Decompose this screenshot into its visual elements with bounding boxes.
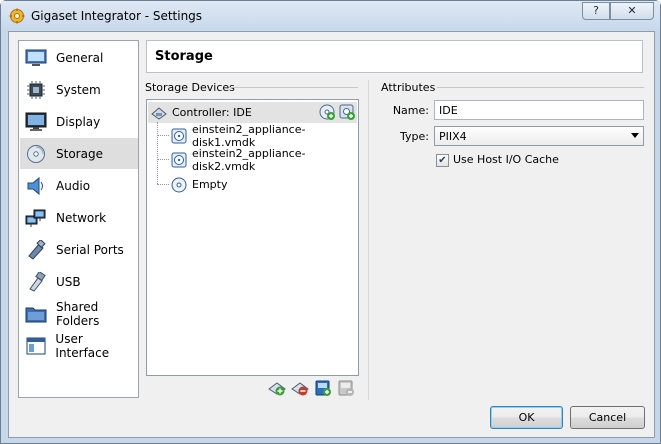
- ok-button[interactable]: OK: [490, 406, 563, 429]
- app-gear-icon: [9, 8, 25, 24]
- storage-tree[interactable]: Controller: IDE einstein2_appliance-disk…: [146, 99, 359, 376]
- sidebar-item-general[interactable]: General: [20, 42, 138, 73]
- cancel-button[interactable]: Cancel: [570, 406, 645, 429]
- add-controller-icon: [268, 382, 286, 396]
- sidebar-item-label: Serial Ports: [56, 242, 124, 257]
- group-divider: [437, 87, 644, 88]
- tree-connector: [157, 122, 158, 184]
- host-cache-checkbox[interactable]: ✔: [436, 154, 449, 167]
- help-button[interactable]: ?: [582, 2, 610, 20]
- attachment-row[interactable]: einstein2_appliance-disk2.vmdk: [171, 146, 358, 173]
- window-icon: [25, 335, 46, 357]
- speaker-icon: [25, 175, 47, 197]
- page-title: Storage: [155, 49, 213, 64]
- folder-icon: [25, 303, 47, 325]
- monitor-icon: [25, 111, 47, 133]
- sidebar-item-label: Display: [56, 114, 101, 129]
- sidebar-item-usb[interactable]: USB: [20, 266, 138, 297]
- sidebar-item-display[interactable]: Display: [20, 106, 138, 137]
- sidebar-item-label: Storage: [56, 146, 103, 161]
- hard-disk-icon: [171, 152, 187, 168]
- settings-window: Gigaset Integrator - Settings ? ✕ Genera…: [0, 0, 661, 444]
- pane-separator: [368, 80, 369, 400]
- sidebar-item-serial-ports[interactable]: Serial Ports: [20, 234, 138, 265]
- sidebar-item-label: Shared Folders: [56, 299, 100, 328]
- attachment-label: einstein2_appliance-disk2.vmdk: [192, 146, 306, 173]
- sidebar-item-user-interface[interactable]: User Interface: [20, 330, 138, 361]
- add-drive-icon: [339, 104, 355, 120]
- usb-icon: [25, 271, 47, 293]
- serial-port-icon: [25, 239, 47, 261]
- type-label: Type:: [400, 130, 429, 143]
- sidebar-item-label: System: [56, 82, 101, 97]
- chevron-down-icon: [631, 133, 639, 138]
- sidebar-item-storage[interactable]: Storage: [20, 138, 138, 169]
- name-label: Name:: [392, 104, 429, 117]
- close-button[interactable]: ✕: [610, 2, 654, 20]
- sidebar-item-label: General: [56, 50, 104, 65]
- controller-icon: [151, 105, 167, 121]
- host-cache-label[interactable]: Use Host I/O Cache: [453, 153, 559, 166]
- optical-disc-icon: [171, 177, 187, 193]
- type-select-value: PIIX4: [439, 130, 467, 143]
- attachment-label: Empty: [192, 178, 228, 191]
- storage-icon: [25, 143, 47, 165]
- window-title: Gigaset Integrator - Settings: [31, 9, 203, 23]
- page-header: Storage: [146, 40, 643, 73]
- tree-connector: [157, 135, 169, 136]
- add-hard-disk-button[interactable]: [318, 103, 336, 121]
- remove-attachment-icon: [338, 380, 354, 396]
- tree-connector: [157, 184, 169, 185]
- remove-controller-icon: [291, 382, 309, 396]
- name-field[interactable]: IDE: [434, 100, 644, 120]
- add-disk-icon: [319, 104, 335, 120]
- controller-label: Controller: IDE: [172, 106, 252, 119]
- remove-controller-button[interactable]: [291, 379, 309, 397]
- title-bar[interactable]: Gigaset Integrator - Settings ? ✕: [1, 1, 660, 31]
- sidebar-item-label: USB: [56, 274, 81, 289]
- storage-devices-group-label: Storage Devices: [145, 81, 235, 94]
- tree-connector: [157, 159, 169, 160]
- sidebar-item-label: Network: [56, 210, 107, 225]
- add-attachment-button[interactable]: [314, 379, 332, 397]
- general-icon: [25, 47, 47, 69]
- group-divider: [229, 87, 358, 88]
- attributes-group-label: Attributes: [381, 81, 436, 94]
- add-controller-button[interactable]: [268, 379, 286, 397]
- sidebar-item-label: Audio: [56, 178, 91, 193]
- attachment-row[interactable]: Empty: [171, 174, 227, 195]
- dialog-client-area: General System Display Storage Audio Net…: [8, 31, 655, 438]
- network-icon: [25, 207, 47, 229]
- sidebar-item-network[interactable]: Network: [20, 202, 138, 233]
- add-attachment-icon: [315, 380, 331, 396]
- sidebar-item-label: User Interface: [55, 331, 110, 360]
- sidebar-item-audio[interactable]: Audio: [20, 170, 138, 201]
- attachment-label: einstein2_appliance-disk1.vmdk: [192, 122, 306, 149]
- checkmark-icon: ✔: [438, 154, 447, 166]
- sidebar-item-shared-folders[interactable]: Shared Folders: [20, 298, 138, 329]
- chip-icon: [25, 79, 47, 101]
- settings-sidebar: General System Display Storage Audio Net…: [18, 40, 139, 398]
- hard-disk-icon: [171, 128, 187, 144]
- sidebar-item-system[interactable]: System: [20, 74, 138, 105]
- type-select[interactable]: PIIX4: [434, 126, 644, 146]
- add-optical-drive-button[interactable]: [338, 103, 356, 121]
- attachment-row[interactable]: einstein2_appliance-disk1.vmdk: [171, 122, 358, 149]
- remove-attachment-button[interactable]: [337, 379, 355, 397]
